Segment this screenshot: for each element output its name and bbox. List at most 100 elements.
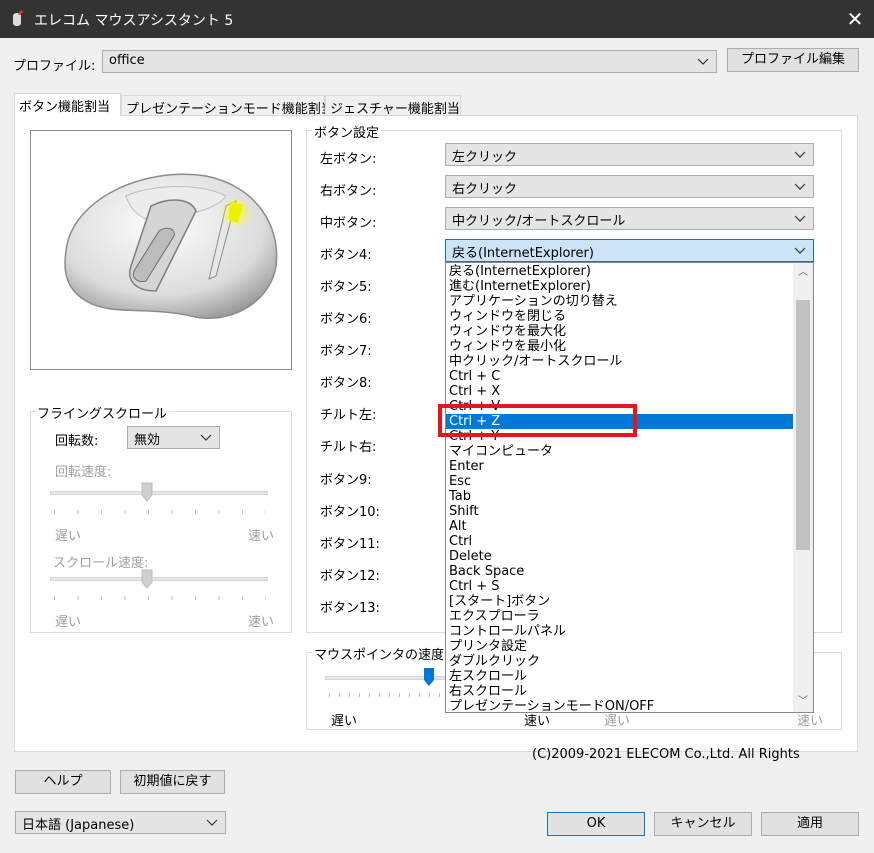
scroll-speed-label: スクロール速度: bbox=[53, 556, 149, 571]
list-item[interactable]: プリンタ設定 bbox=[446, 639, 795, 654]
button9-label: ボタン9: bbox=[320, 473, 372, 488]
list-item[interactable]: ウィンドウを閉じる bbox=[446, 309, 795, 324]
list-item[interactable]: アプリケーションの切り替え bbox=[446, 294, 795, 309]
cancel-button[interactable]: キャンセル bbox=[654, 812, 752, 836]
list-item[interactable]: ウィンドウを最大化 bbox=[446, 324, 795, 339]
list-item[interactable]: エクスプローラ bbox=[446, 609, 795, 624]
apply-button[interactable]: 適用 bbox=[761, 812, 859, 836]
right-button-label: 右ボタン: bbox=[320, 184, 377, 199]
elecom-app-icon bbox=[13, 10, 23, 26]
scroll-slow-label: 遅い bbox=[55, 615, 82, 630]
list-item[interactable]: マイコンピュータ bbox=[446, 444, 795, 459]
middle-button-label: 中ボタン: bbox=[320, 216, 377, 231]
button4-select[interactable]: 戻る(InternetExplorer) bbox=[445, 239, 814, 262]
left-button-label: 左ボタン: bbox=[320, 152, 377, 167]
mouse-image-frame bbox=[30, 130, 292, 370]
middle-button-value: 中クリック/オートスクロール bbox=[452, 214, 626, 229]
list-item[interactable]: Ctrl bbox=[446, 534, 795, 549]
chevron-down-icon bbox=[794, 183, 806, 190]
button8-label: ボタン8: bbox=[320, 376, 372, 391]
rotation-value: 無効 bbox=[134, 433, 161, 448]
button4-dropdown-list[interactable]: 戻る(InternetExplorer) 進む(InternetExplorer… bbox=[445, 262, 814, 713]
chevron-down-icon bbox=[206, 819, 218, 826]
button6-label: ボタン6: bbox=[320, 312, 372, 327]
copyright-text: (C)2009-2021 ELECOM Co.,Ltd. All Rights bbox=[532, 747, 800, 762]
chevron-down-icon bbox=[794, 215, 806, 222]
language-value: 日本語 (Japanese) bbox=[22, 818, 135, 833]
button11-label: ボタン11: bbox=[320, 537, 380, 552]
list-item[interactable]: Enter bbox=[446, 459, 795, 474]
pointer-speed-ticks bbox=[329, 693, 445, 697]
profile-select[interactable]: office bbox=[102, 50, 717, 73]
left-button-select[interactable]: 左クリック bbox=[445, 143, 814, 166]
middle-button-select[interactable]: 中クリック/オートスクロール bbox=[445, 207, 814, 230]
scroll-fast-label: 速い bbox=[248, 615, 275, 630]
button10-label: ボタン10: bbox=[320, 505, 380, 520]
list-item[interactable]: Ctrl + X bbox=[446, 384, 795, 399]
highlight-annotation bbox=[438, 404, 637, 437]
scroll-speed-track bbox=[50, 577, 268, 581]
button13-label: ボタン13: bbox=[320, 601, 380, 616]
pointer-speed-title: マウスポインタの速度 bbox=[312, 644, 447, 663]
button5-label: ボタン5: bbox=[320, 280, 372, 295]
chevron-up-icon[interactable]: ︿ bbox=[796, 266, 810, 280]
right-button-select[interactable]: 右クリック bbox=[445, 175, 814, 198]
list-item[interactable]: Ctrl + C bbox=[446, 369, 795, 384]
flying-scroll-title: フライングスクロール bbox=[35, 403, 170, 422]
window-title: エレコム マウスアシスタント 5 bbox=[34, 13, 234, 29]
rotation-speed-track bbox=[50, 491, 268, 495]
list-item[interactable]: 中クリック/オートスクロール bbox=[446, 354, 795, 369]
rotation-speed-ticks bbox=[54, 510, 266, 514]
list-item[interactable]: Esc bbox=[446, 474, 795, 489]
rotation-label: 回転数: bbox=[55, 434, 99, 449]
language-select[interactable]: 日本語 (Japanese) bbox=[15, 811, 226, 834]
list-item[interactable]: 右スクロール bbox=[446, 684, 795, 699]
reset-defaults-button[interactable]: 初期値に戻す bbox=[120, 770, 225, 794]
chevron-down-icon[interactable]: ﹀ bbox=[796, 695, 810, 709]
list-item[interactable]: ダブルクリック bbox=[446, 654, 795, 669]
scroll-speed-ticks bbox=[54, 596, 266, 600]
profile-label: プロファイル: bbox=[13, 59, 96, 74]
list-item[interactable]: 左スクロール bbox=[446, 669, 795, 684]
rotation-speed-label: 回転速度: bbox=[55, 465, 112, 480]
list-item[interactable]: ウィンドウを最小化 bbox=[446, 339, 795, 354]
left-button-value: 左クリック bbox=[452, 150, 518, 165]
rotation-fast-label: 速い bbox=[248, 529, 275, 544]
button7-label: ボタン7: bbox=[320, 344, 372, 359]
list-item[interactable]: 進む(InternetExplorer) bbox=[446, 279, 795, 294]
scroll-speed-thumb[interactable] bbox=[141, 569, 153, 589]
list-item[interactable]: Alt bbox=[446, 519, 795, 534]
pointer-speed-thumb[interactable] bbox=[423, 667, 435, 687]
profile-value: office bbox=[109, 53, 145, 68]
button-settings-title: ボタン設定 bbox=[312, 122, 382, 141]
chevron-down-icon bbox=[697, 58, 709, 65]
close-icon[interactable]: ✕ bbox=[836, 0, 874, 38]
right-button-value: 右クリック bbox=[452, 182, 518, 197]
list-item[interactable]: 戻る(InternetExplorer) bbox=[446, 264, 795, 279]
chevron-down-icon bbox=[794, 151, 806, 158]
list-item[interactable]: [スタート]ボタン bbox=[446, 594, 795, 609]
list-item[interactable]: プレゼンテーションモードON/OFF bbox=[446, 699, 795, 712]
chevron-down-icon bbox=[794, 247, 806, 254]
rotation-speed-thumb[interactable] bbox=[141, 482, 153, 502]
list-item[interactable]: コントロールパネル bbox=[446, 624, 795, 639]
pointer-slow-label: 遅い bbox=[331, 714, 358, 729]
tab-join bbox=[15, 115, 120, 117]
tilt-left-label: チルト左: bbox=[320, 408, 377, 423]
help-button[interactable]: ヘルプ bbox=[15, 770, 111, 794]
list-item[interactable]: Ctrl + S bbox=[446, 579, 795, 594]
list-item[interactable]: Tab bbox=[446, 489, 795, 504]
rotation-select[interactable]: 無効 bbox=[127, 426, 220, 449]
button4-value: 戻る(InternetExplorer) bbox=[452, 246, 594, 261]
ok-button[interactable]: OK bbox=[547, 812, 645, 836]
tilt-right-label: チルト右: bbox=[320, 440, 377, 455]
rotation-slow-label: 遅い bbox=[55, 529, 82, 544]
chevron-down-icon bbox=[200, 434, 212, 441]
list-item[interactable]: Delete bbox=[446, 549, 795, 564]
button4-label: ボタン4: bbox=[320, 248, 372, 263]
profile-edit-button[interactable]: プロファイル編集 bbox=[727, 48, 859, 72]
scrollbar-thumb[interactable] bbox=[796, 300, 810, 550]
list-item[interactable]: Back Space bbox=[446, 564, 795, 579]
mouse-illustration bbox=[64, 173, 278, 319]
list-item[interactable]: Shift bbox=[446, 504, 795, 519]
